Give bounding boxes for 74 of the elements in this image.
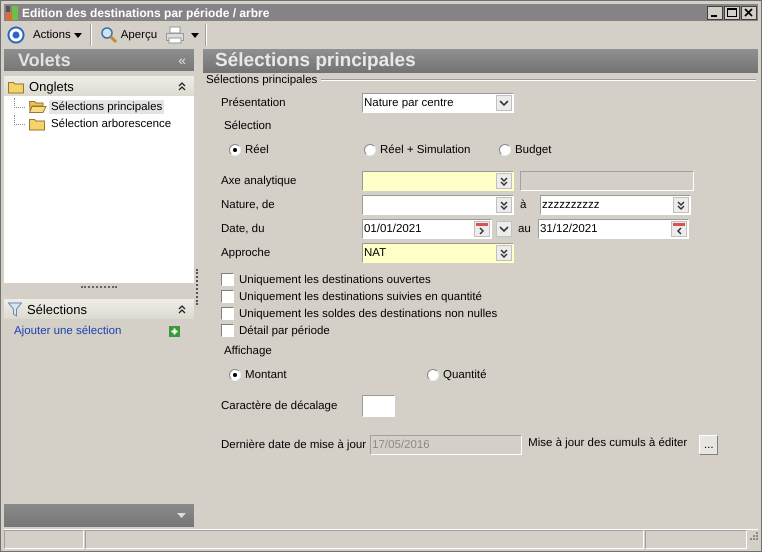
field-label: Mise à jour des cumuls à éditer xyxy=(527,436,688,448)
splitter-handle[interactable] xyxy=(196,269,201,305)
maximize-button[interactable] xyxy=(724,6,740,20)
lookup-button[interactable] xyxy=(496,244,512,260)
tree-item[interactable]: Sélection arborescence xyxy=(49,116,174,130)
lookup-button[interactable] xyxy=(496,196,512,212)
search-icon xyxy=(100,26,118,44)
section-label: Affichage xyxy=(223,344,272,356)
radio-button[interactable] xyxy=(499,144,511,156)
date-field[interactable]: 31/12/2021 xyxy=(538,218,689,238)
lookup-field[interactable]: NAT xyxy=(362,242,514,262)
date-field[interactable]: 01/01/2021 xyxy=(362,218,492,238)
section-label: Sélection xyxy=(223,120,272,132)
checkbox-label[interactable]: Détail par période xyxy=(239,324,330,336)
page-title: Sélections principales xyxy=(215,50,416,72)
radio-label[interactable]: Montant xyxy=(245,368,287,380)
lookup-button[interactable] xyxy=(673,196,689,212)
caret-icon xyxy=(74,32,82,38)
section-header[interactable]: Sélections xyxy=(4,299,194,319)
group-label: Sélections principales xyxy=(206,74,318,86)
lookup-field[interactable] xyxy=(362,194,514,214)
radio-label[interactable]: Quantité xyxy=(443,368,486,380)
checkbox-label[interactable]: Uniquement les soldes des destinations non nulles xyxy=(239,308,498,320)
checkbox-label[interactable]: Uniquement les destinations suivies en quantité xyxy=(239,290,482,302)
add-selection-link[interactable]: Ajouter une sélection xyxy=(14,325,122,337)
field-label: Approche xyxy=(221,246,272,258)
tree-item[interactable]: Sélections principales xyxy=(49,100,164,114)
preview-button[interactable]: Aperçu xyxy=(98,26,160,44)
checkbox[interactable] xyxy=(221,307,234,320)
radio-label[interactable]: Réel + Simulation xyxy=(380,144,470,156)
chevron-up-icon[interactable] xyxy=(178,304,186,314)
field-label: Axe analytique xyxy=(221,174,298,186)
lookup-button[interactable] xyxy=(496,172,512,188)
checkbox-label[interactable]: Uniquement les destinations ouvertes xyxy=(239,274,431,286)
section-header[interactable]: Onglets xyxy=(4,76,194,96)
window-title: Edition des destinations par période / arbre xyxy=(22,6,270,20)
radio-label[interactable]: Réel xyxy=(245,144,269,156)
checkbox[interactable] xyxy=(221,290,234,303)
folder-icon xyxy=(29,99,47,114)
dropdown-button[interactable] xyxy=(496,94,512,110)
dropdown-button[interactable] xyxy=(496,220,512,236)
radio-label[interactable]: Budget xyxy=(515,144,552,156)
minimize-button[interactable] xyxy=(707,6,723,20)
lookup-field[interactable] xyxy=(362,170,514,190)
lookup-field[interactable]: zzzzzzzzzz xyxy=(540,194,691,214)
target-icon[interactable] xyxy=(7,26,25,44)
field-label: Présentation xyxy=(221,96,287,108)
plus-icon[interactable] xyxy=(169,326,180,336)
dropdown-field[interactable]: Nature par centre xyxy=(362,92,514,112)
checkbox[interactable] xyxy=(221,273,234,286)
panel-title: Volets xyxy=(18,50,71,70)
radio-button[interactable] xyxy=(364,144,376,156)
field-label: Nature, de xyxy=(221,198,276,210)
actions-menu[interactable]: Actions xyxy=(31,29,84,41)
close-button[interactable] xyxy=(741,6,757,20)
app-icon xyxy=(6,6,18,20)
field-label: Dernière date de mise à jour xyxy=(221,438,366,450)
calendar-button[interactable] xyxy=(474,220,490,236)
field-label: Caractère de décalage xyxy=(221,400,338,412)
caret-icon[interactable] xyxy=(191,32,200,38)
resize-grip-icon[interactable] xyxy=(748,530,758,540)
radio-button[interactable] xyxy=(229,144,241,156)
field-label: au xyxy=(517,222,532,234)
field-label: Date, du xyxy=(221,222,266,234)
checkbox[interactable] xyxy=(221,324,234,337)
folder-icon xyxy=(29,116,47,131)
field-label: à xyxy=(519,198,528,210)
radio-button[interactable] xyxy=(229,368,241,380)
printer-icon[interactable] xyxy=(165,26,186,44)
radio-button[interactable] xyxy=(427,368,439,380)
text-field[interactable] xyxy=(362,395,395,417)
calendar-button[interactable] xyxy=(671,220,687,236)
chevron-up-icon[interactable] xyxy=(178,81,186,91)
funnel-icon xyxy=(8,302,22,316)
